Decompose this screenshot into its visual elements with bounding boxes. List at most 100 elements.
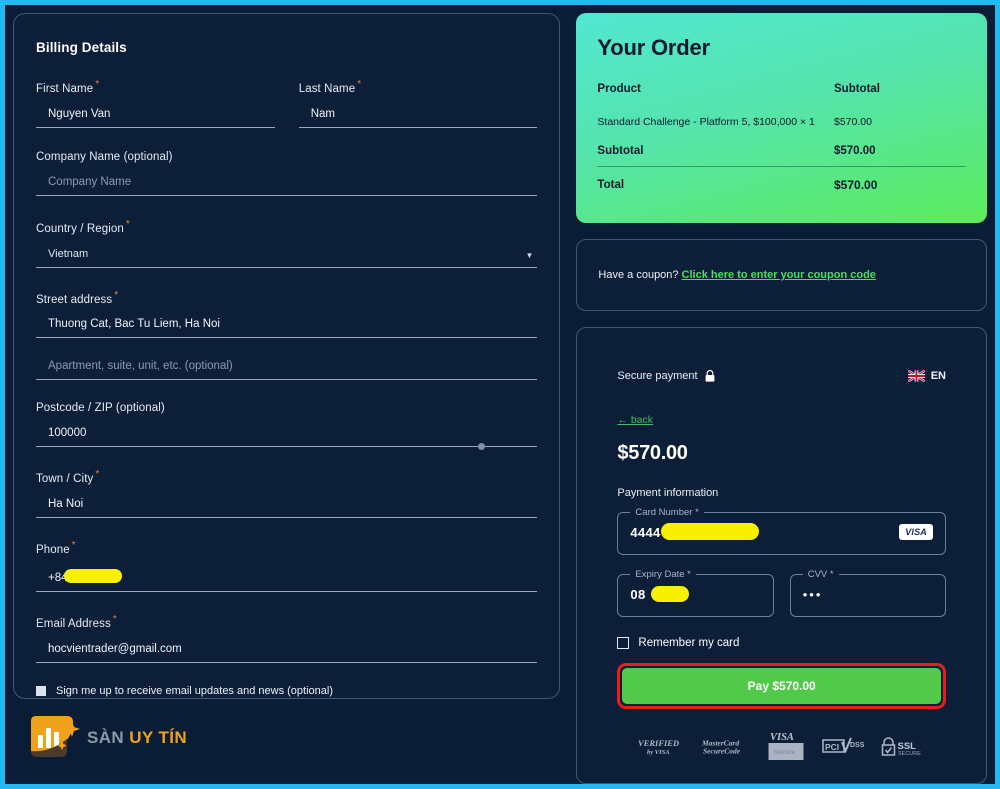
- newsletter-row[interactable]: Sign me up to receive email updates and …: [36, 685, 537, 697]
- total-value: $570.00: [834, 178, 878, 192]
- payment-amount: $570.00: [617, 442, 688, 464]
- language-selector[interactable]: EN: [907, 370, 946, 382]
- page-frame: Billing Details First Name * Nguyen Van L…: [5, 5, 995, 784]
- required-asterisk: *: [112, 614, 117, 626]
- postcode-label: Postcode / ZIP (optional): [36, 402, 165, 415]
- phone-label: Phone *: [36, 540, 537, 556]
- svg-text:VISA: VISA: [770, 732, 794, 743]
- card-number-value-wrap: 4444: [630, 522, 759, 542]
- order-summary-table: Product Subtotal Standard Challenge - Pl…: [597, 83, 966, 197]
- country-selected-value: Vietnam: [48, 247, 89, 260]
- field-street2: Apartment, suite, unit, etc. (optional): [36, 360, 538, 381]
- pay-button[interactable]: Pay $570.00: [622, 668, 941, 704]
- last-name-input[interactable]: Nam: [298, 108, 538, 128]
- card-number-value: 4444: [630, 524, 661, 540]
- billing-details-panel: Billing Details First Name * Nguyen Van L…: [13, 13, 561, 699]
- logo-mark-icon: [31, 716, 80, 757]
- badge-pci-dss: PCI DSS: [822, 737, 864, 757]
- visa-brand-icon: VISA: [899, 524, 933, 540]
- coupon-panel: Have a coupon? Click here to enter your …: [576, 239, 987, 311]
- apartment-input[interactable]: Apartment, suite, unit, etc. (optional): [36, 360, 538, 381]
- remember-card-label: Remember my card: [638, 637, 740, 649]
- payment-header: Secure payment EN: [617, 370, 946, 382]
- cvv-value-row: •••: [803, 582, 933, 606]
- coupon-prompt: Have a coupon?: [598, 269, 679, 281]
- card-number-field[interactable]: Card Number * 4444 VISA: [617, 507, 946, 555]
- card-number-redaction: [660, 522, 759, 540]
- phone-input[interactable]: +84: [36, 569, 538, 593]
- svg-text:VERIFIED: VERIFIED: [638, 738, 679, 748]
- newsletter-checkbox[interactable]: [36, 685, 46, 696]
- subtotal-row: Subtotal $570.00: [597, 133, 966, 167]
- uk-flag-icon: [907, 370, 925, 382]
- field-city: Town / City * Ha Noi: [36, 469, 538, 519]
- column-product: Product: [597, 83, 641, 95]
- card-number-row: 4444 VISA: [630, 520, 933, 544]
- expiry-cvv-row: Expiry Date * 08 CVV * •••: [617, 569, 947, 617]
- city-input[interactable]: Ha Noi: [36, 498, 538, 519]
- logo-text: SÀN UY TÍN: [87, 728, 187, 748]
- email-label: Email Address *: [36, 614, 537, 630]
- field-street: Street address * Thuong Cat, Bac Tu Liem,…: [36, 289, 538, 339]
- remember-card-checkbox[interactable]: [617, 637, 630, 649]
- badge-visa-secure: VISA Secure: [767, 731, 805, 763]
- secure-payment-panel: Secure payment EN ← back $570.00 Payment…: [576, 327, 987, 784]
- card-number-label: Card Number *: [635, 507, 699, 518]
- city-label-text: Town / City: [36, 473, 94, 486]
- lock-icon: [705, 370, 714, 382]
- expiry-date-label: Expiry Date *: [635, 569, 691, 580]
- email-input[interactable]: hocvientrader@gmail.com: [36, 643, 538, 663]
- country-label: Country / Region *: [36, 219, 537, 235]
- required-asterisk: *: [95, 79, 100, 90]
- last-name-label-text: Last Name: [298, 82, 356, 95]
- phone-redaction: [63, 569, 122, 584]
- remember-card-row[interactable]: Remember my card: [617, 637, 946, 649]
- first-name-label: First Name *: [36, 79, 275, 95]
- logo-text-part2: UY TÍN: [129, 728, 188, 747]
- postcode-input[interactable]: 100000: [36, 427, 538, 451]
- email-label-text: Email Address: [36, 617, 111, 630]
- svg-text:SECURE: SECURE: [898, 751, 921, 757]
- required-asterisk: *: [71, 540, 76, 552]
- name-row: First Name * Nguyen Van Last Name * Nam: [36, 79, 538, 128]
- postcode-value: 100000: [48, 427, 87, 440]
- svg-text:SecureCode: SecureCode: [703, 747, 741, 756]
- field-company: Company Name (optional) Company Name: [36, 150, 538, 196]
- first-name-input[interactable]: Nguyen Van: [36, 108, 275, 128]
- first-name-label-text: First Name: [36, 82, 94, 95]
- column-subtotal: Subtotal: [834, 83, 880, 95]
- street-label-text: Street address: [36, 293, 113, 306]
- country-label-text: Country / Region: [36, 222, 124, 235]
- payment-information-label: Payment information: [617, 487, 719, 499]
- subtotal-value: $570.00: [834, 133, 966, 167]
- pay-button-annotation: Pay $570.00: [617, 663, 946, 709]
- coupon-link[interactable]: Click here to enter your coupon code: [682, 269, 876, 281]
- svg-text:Secure: Secure: [774, 749, 796, 756]
- secure-payment-text: Secure payment: [617, 370, 698, 382]
- field-phone: Phone * +84: [36, 540, 538, 593]
- secure-payment-label: Secure payment: [617, 370, 714, 382]
- cvv-field[interactable]: CVV * •••: [789, 569, 947, 617]
- chevron-down-icon: ▼: [525, 250, 534, 260]
- total-label: Total: [597, 179, 625, 191]
- company-input[interactable]: Company Name: [36, 176, 538, 196]
- field-last-name: Last Name * Nam: [298, 79, 538, 128]
- street-address-input[interactable]: Thuong Cat, Bac Tu Liem, Ha Noi: [36, 318, 538, 339]
- back-link[interactable]: ← back: [617, 414, 653, 426]
- expiry-date-value: 08: [630, 586, 646, 602]
- last-name-label: Last Name *: [299, 79, 538, 95]
- table-row: Standard Challenge - Platform 5, $100,00…: [597, 111, 966, 133]
- svg-text:by VISA: by VISA: [647, 749, 670, 756]
- required-asterisk: *: [114, 289, 119, 301]
- company-label: Company Name (optional): [36, 150, 173, 163]
- expiry-redaction: [651, 586, 690, 602]
- phone-label-text: Phone: [36, 544, 70, 557]
- required-asterisk: *: [95, 469, 100, 481]
- required-asterisk: *: [357, 79, 362, 90]
- country-select[interactable]: Vietnam ▼: [36, 247, 538, 268]
- language-code: EN: [930, 370, 946, 382]
- expiry-date-field[interactable]: Expiry Date * 08: [617, 569, 774, 617]
- table-header-row: Product Subtotal: [597, 83, 966, 111]
- total-row: Total $570.00: [597, 167, 966, 198]
- cvv-value: •••: [802, 586, 823, 602]
